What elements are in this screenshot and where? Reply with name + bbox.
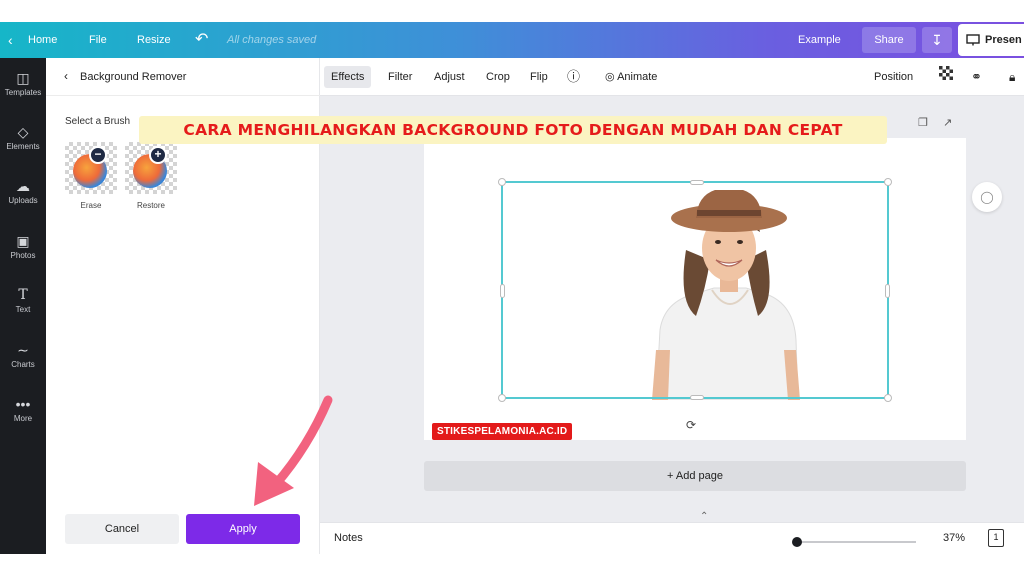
watermark-label: STIKESPELAMONIA.AC.ID — [432, 423, 573, 440]
transparency-icon[interactable] — [932, 66, 960, 88]
rail-item-templates[interactable]: ◫ Templates — [0, 70, 46, 97]
present-icon — [966, 34, 980, 46]
panel-title: Background Remover — [80, 71, 187, 83]
page-actions: ❐ ↗ — [918, 116, 952, 129]
filter-button[interactable]: Filter — [381, 66, 419, 88]
apply-button[interactable]: Apply — [186, 514, 300, 544]
back-chevron-icon[interactable]: ‹ — [64, 69, 68, 83]
comment-icon[interactable]: ◯ — [972, 182, 1002, 212]
zoom-slider[interactable] — [798, 541, 916, 543]
notes-button[interactable]: Notes — [334, 532, 363, 544]
adjust-button[interactable]: Adjust — [427, 66, 472, 88]
rail-label: Text — [15, 305, 31, 314]
rail-item-uploads[interactable]: ☁ Uploads — [0, 178, 46, 205]
resize-handle[interactable] — [690, 395, 704, 400]
panel-header: ‹ Background Remover — [46, 58, 320, 96]
title-banner: CARA MENGHILANGKAN BACKGROUND FOTO DENGA… — [139, 116, 887, 144]
resize-handle[interactable] — [498, 394, 506, 402]
restore-brush[interactable]: + — [125, 142, 177, 194]
design-title[interactable]: Example — [798, 22, 841, 58]
position-button[interactable]: Position — [867, 66, 920, 88]
share-button[interactable]: Share — [862, 27, 916, 53]
rail-label: Uploads — [8, 196, 38, 205]
rail-item-more[interactable]: ••• More — [0, 396, 46, 423]
bottom-bar: ⌃ Notes 37% 1 — [320, 511, 1024, 554]
uploads-icon: ☁ — [16, 178, 30, 194]
resize-handle[interactable] — [690, 180, 704, 185]
brush-section-label: Select a Brush — [65, 116, 131, 127]
zoom-level[interactable]: 37% — [943, 532, 965, 544]
erase-label: Erase — [80, 201, 102, 210]
more-icon: ••• — [15, 396, 31, 412]
animate-icon: ◎ — [605, 71, 615, 83]
rail-item-elements[interactable]: ◇ Elements — [0, 124, 46, 151]
info-icon[interactable]: ⓘ — [560, 66, 587, 88]
text-icon: T — [18, 287, 28, 303]
crop-button[interactable]: Crop — [479, 66, 517, 88]
chevron-left-icon[interactable]: ‹ — [8, 22, 13, 58]
rail-item-photos[interactable]: ▣ Photos — [0, 233, 46, 260]
design-page[interactable]: ⟳ — [424, 138, 966, 440]
add-page-button[interactable]: + Add page — [424, 461, 966, 491]
rail-label: More — [13, 414, 33, 423]
present-button[interactable]: Presen — [958, 24, 1024, 56]
file-menu[interactable]: File — [89, 22, 107, 58]
chevron-up-icon[interactable]: ⌃ — [700, 511, 708, 522]
effects-button[interactable]: Effects — [324, 66, 372, 88]
rotate-icon[interactable]: ⟳ — [686, 418, 696, 432]
left-rail: ◫ Templates ◇ Elements ☁ Uploads ▣ Photo… — [0, 58, 46, 554]
flip-button[interactable]: Flip — [523, 66, 555, 88]
resize-menu[interactable]: Resize — [137, 22, 171, 58]
save-status: All changes saved — [227, 34, 317, 46]
image-toolbar: Effects Filter Adjust Crop Flip ⓘ ◎ Anim… — [320, 58, 1024, 96]
rail-label: Charts — [11, 360, 35, 369]
download-icon[interactable]: ↧ — [922, 27, 952, 53]
charts-icon: ∼ — [17, 342, 29, 358]
canva-editor: ‹ Home File Resize ↶ All changes saved E… — [0, 0, 1024, 576]
resize-handle[interactable] — [500, 284, 505, 298]
resize-handle[interactable] — [498, 178, 506, 186]
animate-label: Animate — [617, 71, 658, 83]
link-icon[interactable]: ⚭ — [964, 66, 989, 88]
lock-icon[interactable]: 🔒︎ — [1002, 66, 1022, 88]
cancel-button[interactable]: Cancel — [65, 514, 179, 544]
zoom-slider-handle[interactable] — [792, 537, 802, 547]
duplicate-page-icon[interactable]: ❐ — [918, 117, 928, 129]
resize-handle[interactable] — [884, 394, 892, 402]
plus-icon: + — [149, 146, 167, 164]
add-page-icon[interactable]: ↗ — [943, 117, 952, 129]
rail-item-text[interactable]: T Text — [0, 287, 46, 314]
present-label: Presen — [985, 34, 1022, 46]
resize-handle[interactable] — [885, 284, 890, 298]
resize-handle[interactable] — [884, 178, 892, 186]
elements-icon: ◇ — [17, 124, 29, 140]
rail-label: Elements — [6, 142, 40, 151]
home-button[interactable]: Home — [28, 22, 57, 58]
top-bar: ‹ Home File Resize ↶ All changes saved E… — [0, 22, 1024, 58]
selection-box[interactable] — [498, 178, 892, 402]
page-count[interactable]: 1 — [988, 529, 1004, 547]
erase-brush[interactable]: − — [65, 142, 117, 194]
templates-icon: ◫ — [16, 70, 30, 86]
rail-label: Photos — [10, 251, 36, 260]
rail-item-charts[interactable]: ∼ Charts — [0, 342, 46, 369]
rail-label: Templates — [4, 88, 42, 97]
photos-icon: ▣ — [16, 233, 30, 249]
restore-label: Restore — [136, 201, 165, 210]
animate-button[interactable]: ◎ Animate — [598, 66, 664, 88]
undo-icon[interactable]: ↶ — [195, 22, 208, 58]
minus-icon: − — [89, 146, 107, 164]
